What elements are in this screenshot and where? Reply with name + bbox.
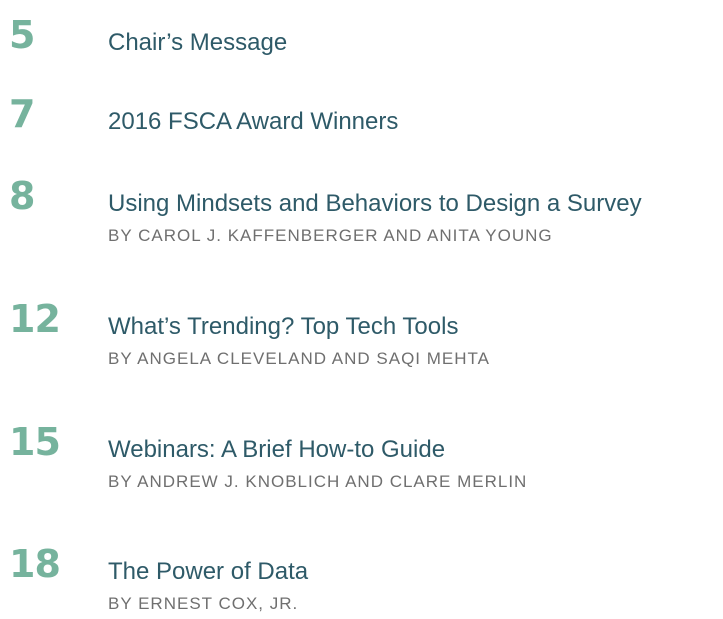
article-title[interactable]: Using Mindsets and Behaviors to Design a… [108, 190, 642, 218]
page-number: 7 [9, 92, 35, 136]
article-title[interactable]: 2016 FSCA Award Winners [108, 108, 398, 136]
article-title[interactable]: What’s Trending? Top Tech Tools [108, 313, 458, 341]
article-title[interactable]: Chair’s Message [108, 29, 287, 57]
article-byline: BY ANDREW J. KNOBLICH AND CLARE MERLIN [108, 472, 528, 491]
page-number: 5 [9, 13, 35, 57]
article-byline: BY CAROL J. KAFFENBERGER AND ANITA YOUNG [108, 226, 553, 245]
page-number: 18 [9, 542, 61, 586]
article-byline: BY ANGELA CLEVELAND AND SAQI MEHTA [108, 349, 490, 368]
page-number: 12 [9, 297, 61, 341]
page-number: 8 [9, 174, 35, 218]
table-of-contents: 5 Chair’s Message 7 2016 FSCA Award Winn… [0, 0, 723, 619]
article-byline: BY ERNEST COX, JR. [108, 594, 299, 613]
page-number: 15 [9, 420, 61, 464]
article-title[interactable]: Webinars: A Brief How-to Guide [108, 436, 445, 464]
article-title[interactable]: The Power of Data [108, 558, 308, 586]
